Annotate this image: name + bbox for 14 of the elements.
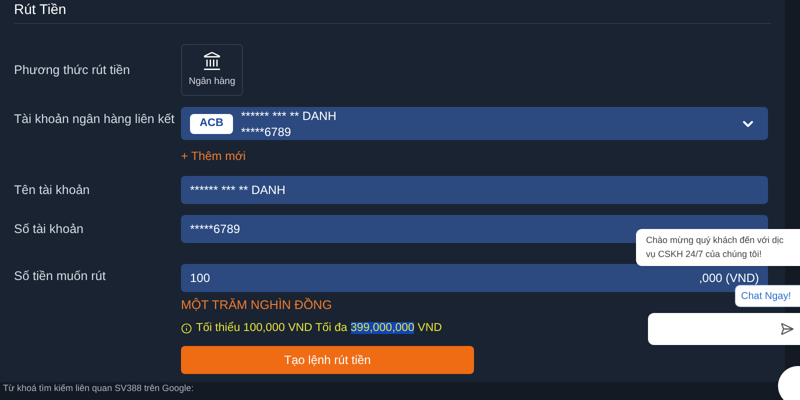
field-label: Số tài khoản — [14, 222, 84, 236]
field-label: Phương thức rút tiền — [14, 63, 130, 77]
field-label: Tài khoản ngân hàng liên kết — [14, 112, 175, 126]
page-title: Rút Tiền — [14, 0, 66, 18]
field-label: Số tiền muốn rút — [14, 269, 106, 283]
footer-text: Từ khoá tìm kiếm liên quan SV388 trên Google: — [3, 382, 194, 394]
account-name-text: ****** *** ** DANH — [241, 108, 336, 124]
account-number-text: *****6789 — [241, 124, 292, 140]
amount-in-words: MỘT TRĂM NGHÌN ĐỒNG — [181, 296, 332, 314]
amount-hint: Tối thiểu 100,000 VND Tối đa 399,000,000 VND — [196, 320, 442, 336]
field-label: Tên tài khoản — [14, 183, 90, 197]
chat-message-line: vụ CSKH 24/7 của chúng tôi! — [646, 248, 763, 261]
bank-logo: ACB — [190, 114, 233, 134]
amount-suffix: ,000 (VND) — [698, 270, 759, 287]
